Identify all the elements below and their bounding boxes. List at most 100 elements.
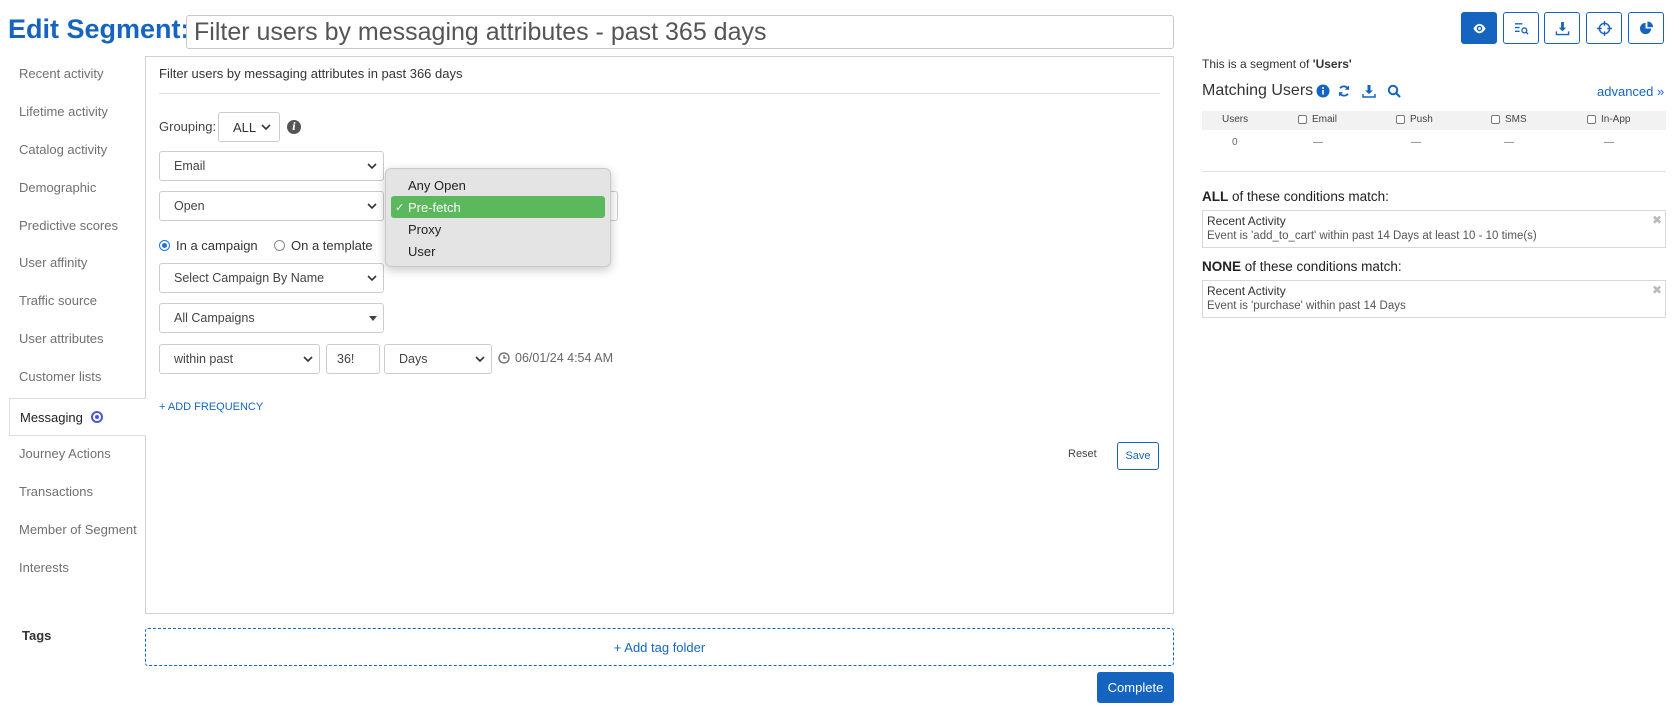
dropdown-option-any-open[interactable]: Any Open — [391, 174, 605, 196]
download-icon[interactable] — [1362, 84, 1376, 98]
campaign-name-select[interactable]: Select Campaign By Name — [159, 263, 384, 293]
download-icon — [1555, 21, 1569, 35]
active-indicator-icon — [90, 411, 103, 423]
time-value-input[interactable] — [326, 344, 380, 374]
add-tag-folder-button[interactable]: + Add tag folder — [145, 628, 1174, 666]
option-label: Proxy — [408, 221, 442, 237]
query-button[interactable] — [1503, 12, 1539, 44]
clock-icon — [498, 352, 510, 364]
filter-panel — [145, 56, 1174, 614]
sidebar-item-interests[interactable]: Interests — [19, 560, 69, 575]
event-value: Open — [174, 199, 205, 213]
in-app-checkbox[interactable] — [1587, 115, 1596, 124]
all-campaigns-select[interactable]: All Campaigns — [159, 303, 384, 333]
export-button[interactable] — [1544, 12, 1580, 44]
reset-button[interactable]: Reset — [1068, 448, 1097, 460]
target-button[interactable] — [1586, 12, 1622, 44]
open-type-dropdown: Any Open ✓ Pre-fetch Proxy User — [385, 168, 611, 267]
column-push: Push — [1396, 114, 1433, 125]
radio-selected-icon — [159, 240, 170, 251]
date-display: 06/01/24 4:54 AM — [498, 351, 613, 365]
close-icon[interactable]: ✖ — [1652, 213, 1662, 227]
none-rest: of these conditions match: — [1241, 259, 1402, 274]
search-icon[interactable] — [1387, 84, 1401, 98]
on-template-radio[interactable]: On a template — [274, 238, 373, 253]
sidebar-item-user-affinity[interactable]: User affinity — [19, 255, 87, 270]
condition-description: Event is 'purchase' within past 14 Days — [1207, 300, 1406, 312]
segment-name-input[interactable] — [186, 15, 1174, 49]
chevron-down-icon — [367, 162, 377, 169]
time-unit-select[interactable]: Days — [384, 344, 492, 374]
grouping-label: Grouping: — [159, 119, 217, 134]
sidebar-item-journey-actions[interactable]: Journey Actions — [19, 446, 111, 461]
condition-card[interactable]: Recent Activity Event is 'add_to_cart' w… — [1202, 210, 1666, 248]
on-template-label: On a template — [291, 238, 373, 253]
email-checkbox[interactable] — [1298, 115, 1307, 124]
dropdown-option-pre-fetch[interactable]: ✓ Pre-fetch — [391, 196, 605, 218]
column-label: SMS — [1505, 114, 1527, 125]
close-icon[interactable]: ✖ — [1652, 283, 1662, 297]
in-app-count: — — [1604, 137, 1614, 148]
option-label: User — [408, 243, 436, 259]
edit-segment-label: Edit Segment: — [8, 14, 190, 44]
none-bold: NONE — [1202, 259, 1242, 274]
time-operator-value: within past — [174, 352, 234, 366]
push-checkbox[interactable] — [1396, 115, 1405, 124]
sidebar-item-label: Messaging — [20, 409, 83, 425]
option-label: Any Open — [408, 177, 466, 193]
condition-card[interactable]: Recent Activity Event is 'purchase' with… — [1202, 280, 1666, 318]
sidebar-item-user-attributes[interactable]: User attributes — [19, 331, 104, 346]
tags-label: Tags — [22, 628, 52, 643]
save-button[interactable]: Save — [1117, 442, 1159, 470]
advanced-link[interactable]: advanced » — [1597, 84, 1664, 99]
dropdown-option-user[interactable]: User — [391, 240, 605, 262]
sidebar-item-predictive-scores[interactable]: Predictive scores — [19, 218, 118, 233]
sidebar-item-transactions[interactable]: Transactions — [19, 484, 93, 499]
sidebar-item-demographic[interactable]: Demographic — [19, 180, 96, 195]
complete-button[interactable]: Complete — [1097, 672, 1174, 703]
filter-description: Filter users by messaging attributes in … — [159, 66, 463, 81]
chevron-down-icon — [367, 274, 377, 281]
all-conditions-heading: ALL of these conditions match: — [1202, 189, 1389, 204]
all-rest: of these conditions match: — [1228, 189, 1389, 204]
time-operator-select[interactable]: within past — [159, 344, 320, 374]
event-select[interactable]: Open — [159, 191, 384, 221]
condition-name: Recent Activity — [1207, 214, 1286, 228]
dropdown-option-proxy[interactable]: Proxy — [391, 218, 605, 240]
sidebar-item-member-of-segment[interactable]: Member of Segment — [19, 522, 137, 537]
condition-name: Recent Activity — [1207, 284, 1286, 298]
time-unit-value: Days — [399, 352, 428, 366]
sidebar-item-messaging[interactable]: Messaging — [9, 398, 146, 436]
sidebar-item-traffic-source[interactable]: Traffic source — [19, 293, 97, 308]
column-email: Email — [1298, 114, 1337, 125]
column-in-app: In-App — [1587, 114, 1630, 125]
sidebar-item-catalog-activity[interactable]: Catalog activity — [19, 142, 107, 157]
sms-checkbox[interactable] — [1491, 115, 1500, 124]
sidebar-item-recent-activity[interactable]: Recent activity — [19, 66, 104, 81]
segment-of-prefix: This is a segment of — [1202, 57, 1313, 71]
refresh-icon[interactable] — [1337, 84, 1351, 98]
column-label: Email — [1312, 114, 1338, 125]
add-frequency-link[interactable]: + ADD FREQUENCY — [159, 401, 263, 413]
sms-count: — — [1504, 137, 1514, 148]
table-divider — [1202, 171, 1666, 172]
channel-select[interactable]: Email — [159, 151, 384, 181]
segment-of-text: This is a segment of 'Users' — [1202, 57, 1352, 71]
push-count: — — [1411, 137, 1421, 148]
grouping-value: ALL — [233, 119, 257, 135]
channel-value: Email — [174, 159, 206, 173]
grouping-select[interactable]: ALL — [218, 112, 280, 142]
info-icon[interactable] — [1316, 84, 1330, 98]
none-conditions-heading: NONE of these conditions match: — [1202, 259, 1402, 274]
sidebar-item-lifetime-activity[interactable]: Lifetime activity — [19, 104, 108, 119]
preview-button[interactable] — [1461, 12, 1497, 44]
radio-unselected-icon — [274, 240, 285, 251]
segment-of-value: 'Users' — [1312, 57, 1352, 71]
chevron-down-icon — [303, 355, 313, 362]
analytics-button[interactable] — [1628, 12, 1664, 44]
info-icon[interactable]: i — [287, 120, 301, 134]
campaign-select-placeholder: Select Campaign By Name — [174, 271, 325, 285]
sidebar-item-customer-lists[interactable]: Customer lists — [19, 369, 101, 384]
column-label: Users — [1222, 114, 1249, 125]
in-campaign-radio[interactable]: In a campaign — [159, 238, 258, 253]
